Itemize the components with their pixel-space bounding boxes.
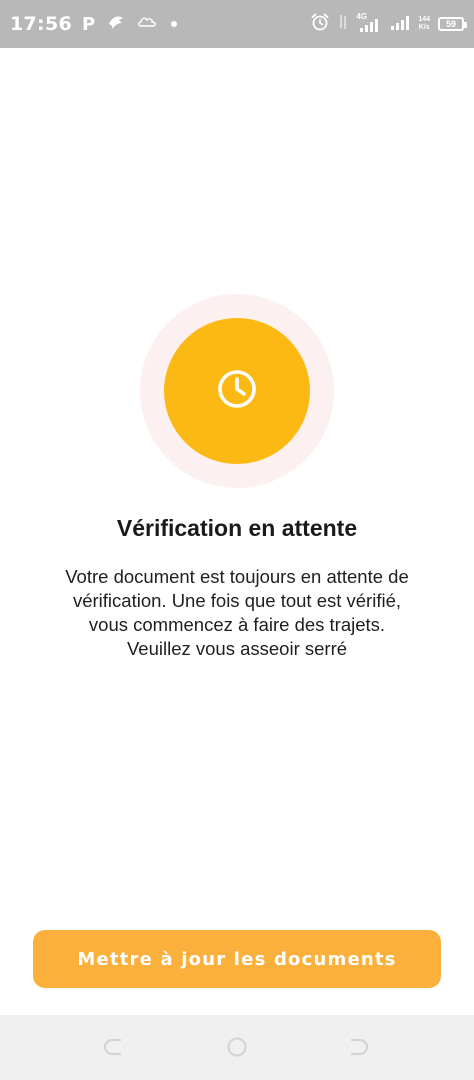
status-bar: 17:56 P 4G 144 K/s 59	[0, 0, 474, 48]
status-time: 17:56	[10, 13, 72, 35]
notification-icons: P	[81, 13, 178, 35]
battery-level: 59	[445, 19, 456, 29]
battery-icon: 59	[438, 17, 467, 31]
status-right-icons: 4G 144 K/s 59	[310, 12, 467, 37]
bird-app-icon	[107, 14, 125, 35]
screen: 17:56 P 4G 144 K/s 59 Vérification en at…	[0, 0, 474, 1080]
pending-status-circle	[164, 318, 310, 464]
message-line: vous commencez à faire des trajets.	[88, 614, 386, 635]
message-line: Votre document est toujours en attente d…	[65, 566, 409, 587]
data-transfer-icon	[338, 13, 348, 36]
signal-icon	[390, 12, 410, 37]
signal-4g-icon: 4G	[356, 12, 382, 34]
network-speed: 144 K/s	[418, 16, 430, 32]
recents-nav-button[interactable]	[346, 1036, 368, 1058]
network-speed-value: 144	[418, 16, 430, 23]
message-line: Veuillez vous asseoir serré	[126, 638, 348, 659]
verification-title: Vérification en attente	[116, 515, 358, 541]
back-nav-button[interactable]	[104, 1036, 126, 1058]
home-icon	[227, 1037, 247, 1057]
verification-message: Votre document est toujours en attente d…	[30, 565, 444, 661]
clock-icon	[215, 367, 259, 416]
cloud-app-icon	[137, 15, 159, 34]
recents-icon	[350, 1038, 368, 1056]
parking-app-icon: P	[81, 13, 96, 35]
back-icon	[104, 1038, 122, 1056]
network-speed-unit: K/s	[418, 24, 430, 31]
update-documents-button[interactable]: Mettre à jour les documents	[33, 930, 441, 988]
alarm-icon	[310, 12, 330, 37]
system-navigation-bar	[0, 1015, 474, 1080]
more-notifications-dot	[171, 21, 178, 27]
home-nav-button[interactable]	[226, 1036, 248, 1058]
message-line: vérification. Une fois que tout est véri…	[72, 590, 402, 611]
